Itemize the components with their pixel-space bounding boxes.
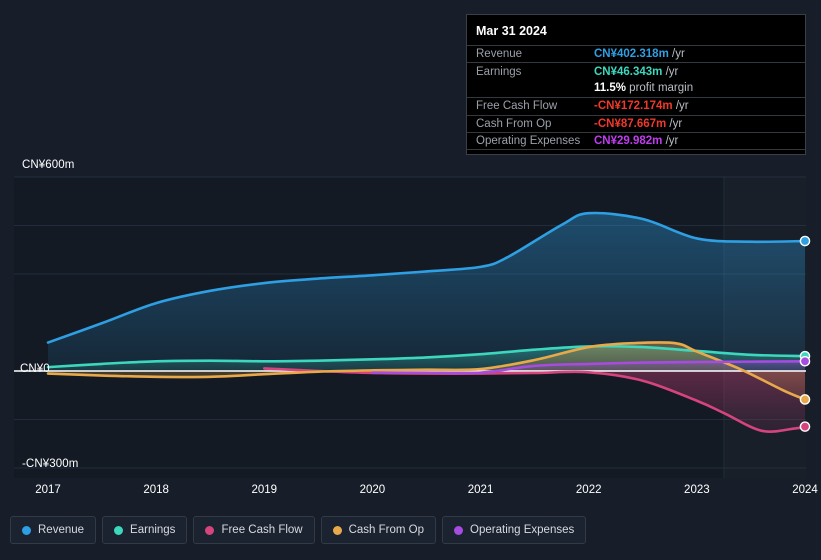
tooltip-row: Cash From Op -CN¥87.667m /yr bbox=[467, 114, 805, 132]
chart-widget: CN¥600m CN¥0 -CN¥300m 2017 2018 2019 2020 20… bbox=[0, 0, 821, 560]
legend-item-label: Revenue bbox=[38, 524, 85, 536]
x-axis-tick-2021: 2021 bbox=[467, 484, 494, 496]
tooltip-row-unit: /yr bbox=[662, 135, 679, 148]
tooltip-row-value-wrap: -CN¥172.174m /yr bbox=[594, 100, 689, 112]
legend-item-label: Cash From Op bbox=[348, 524, 425, 536]
tooltip-row: 11.5% profit margin bbox=[467, 80, 805, 97]
tooltip-bottom-rule bbox=[467, 149, 805, 151]
tooltip-row: Operating Expenses CN¥29.982m /yr bbox=[467, 131, 805, 149]
legend-item-cash-from-op[interactable]: Cash From Op bbox=[320, 516, 437, 544]
legend-color-dot-icon bbox=[454, 525, 464, 535]
tooltip-row-value: CN¥46.343m bbox=[594, 65, 663, 78]
legend-item-revenue[interactable]: Revenue bbox=[10, 516, 97, 544]
tooltip-row-value: -CN¥87.667m bbox=[594, 117, 667, 130]
x-axis-tick-2018: 2018 bbox=[143, 484, 169, 496]
chart-legend[interactable]: Revenue Earnings Free Cash Flow Cash From O… bbox=[10, 516, 587, 544]
series-endpoint-operating_expenses[interactable] bbox=[799, 355, 811, 367]
legend-item-label: Free Cash Flow bbox=[221, 524, 303, 536]
tooltip-row: Revenue CN¥402.318m /yr bbox=[467, 45, 805, 62]
legend-color-dot-icon bbox=[22, 525, 31, 535]
tooltip-row: Free Cash Flow -CN¥172.174m /yr bbox=[467, 97, 805, 114]
x-axis-tick-2020: 2020 bbox=[359, 484, 386, 496]
tooltip-row-value-wrap: CN¥46.343m /yr bbox=[594, 66, 678, 78]
tooltip-row-unit: /yr bbox=[662, 65, 679, 78]
x-axis-tick-2024: 2024 bbox=[792, 484, 818, 496]
legend-item-label: Earnings bbox=[130, 524, 176, 536]
y-axis-label-top: CN¥600m bbox=[22, 159, 75, 171]
tooltip-row-unit: /yr bbox=[672, 100, 689, 113]
series-endpoint-cash_from_op[interactable] bbox=[799, 394, 811, 405]
tooltip-row: Earnings CN¥46.343m /yr bbox=[467, 62, 805, 79]
legend-color-dot-icon bbox=[205, 525, 215, 535]
tooltip-row-value-wrap: CN¥402.318m /yr bbox=[594, 48, 685, 60]
tooltip-date: Mar 31 2024 bbox=[476, 24, 547, 38]
x-axis-tick-2017: 2017 bbox=[35, 484, 61, 496]
tooltip-row-label: Free Cash Flow bbox=[476, 100, 558, 113]
tooltip-row-value: 11.5% bbox=[594, 82, 626, 95]
tooltip-rows: Revenue CN¥402.318m /yr Earnings CN¥46.343m… bbox=[467, 45, 805, 151]
tooltip-row-label: Earnings bbox=[476, 65, 522, 78]
tooltip-row-label: Cash From Op bbox=[476, 117, 552, 130]
series-endpoint-revenue[interactable] bbox=[799, 235, 811, 247]
tooltip-row-value: CN¥29.982m bbox=[594, 135, 663, 148]
y-axis-label-bottom: -CN¥300m bbox=[22, 458, 79, 470]
tooltip-row-label: Revenue bbox=[476, 48, 523, 61]
tooltip-row-value-wrap: 11.5% profit margin bbox=[594, 82, 693, 94]
x-axis-tick-2023: 2023 bbox=[684, 484, 710, 496]
tooltip-row-unit: profit margin bbox=[625, 82, 694, 95]
series-endpoint-free_cash_flow[interactable] bbox=[799, 421, 811, 432]
y-axis-label-zero: CN¥0 bbox=[20, 363, 50, 375]
legend-color-dot-icon bbox=[114, 525, 124, 535]
tooltip-row-value-wrap: -CN¥87.667m /yr bbox=[594, 118, 682, 130]
legend-item-earnings[interactable]: Earnings bbox=[102, 516, 188, 544]
tooltip-row-value: -CN¥172.174m bbox=[594, 100, 673, 113]
tooltip-row-unit: /yr bbox=[668, 48, 685, 61]
x-axis-tick-2019: 2019 bbox=[251, 484, 278, 496]
chart-tooltip: Mar 31 2024 Revenue CN¥402.318m /yr Earnin… bbox=[466, 14, 806, 156]
tooltip-row-unit: /yr bbox=[666, 117, 683, 130]
legend-item-free-cash-flow[interactable]: Free Cash Flow bbox=[193, 516, 315, 544]
legend-item-operating-expenses[interactable]: Operating Expenses bbox=[442, 516, 587, 544]
x-axis-tick-2022: 2022 bbox=[575, 484, 602, 496]
tooltip-row-label: Operating Expenses bbox=[476, 135, 581, 148]
tooltip-row-value-wrap: CN¥29.982m /yr bbox=[594, 135, 678, 147]
legend-item-label: Operating Expenses bbox=[470, 524, 575, 536]
tooltip-row-value: CN¥402.318m bbox=[594, 48, 669, 61]
legend-color-dot-icon bbox=[332, 525, 342, 535]
